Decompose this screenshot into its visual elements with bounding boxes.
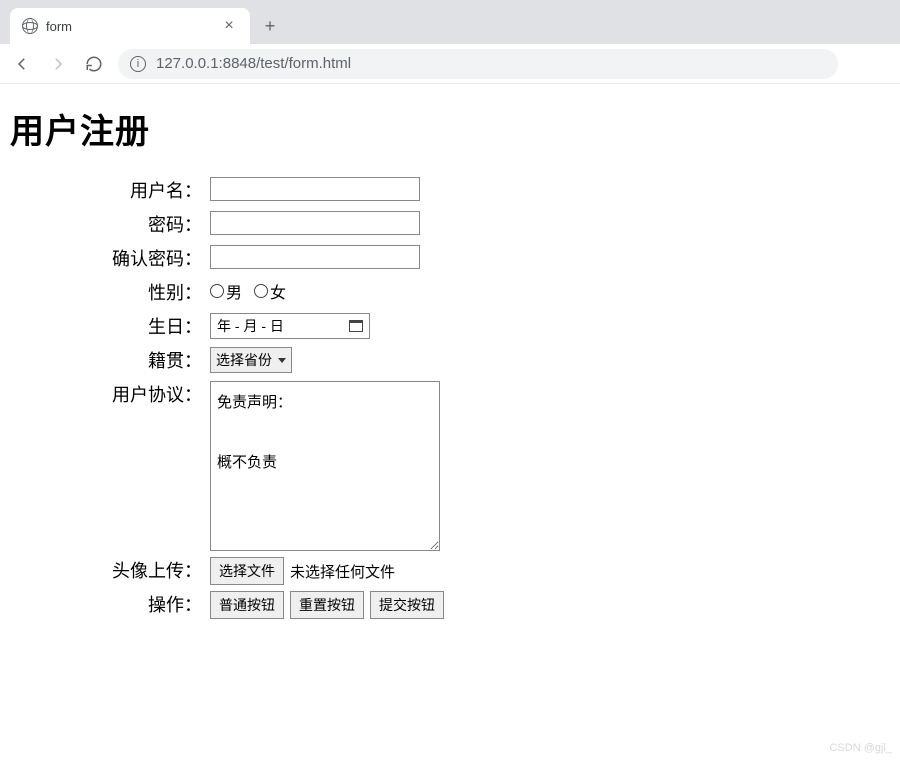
- new-tab-button[interactable]: +: [256, 12, 284, 40]
- reset-button[interactable]: 重置按钮: [290, 591, 364, 619]
- back-button[interactable]: [10, 52, 34, 76]
- address-bar[interactable]: i 127.0.0.1:8848/test/form.html: [118, 49, 838, 79]
- page-title: 用户注册: [10, 104, 890, 153]
- label-agreement: 用户协议：: [10, 381, 210, 409]
- label-actions: 操作：: [10, 591, 210, 619]
- label-username: 用户名：: [10, 177, 210, 205]
- date-placeholder: 年 - 月 - 日: [217, 316, 284, 336]
- reload-button[interactable]: [82, 52, 106, 76]
- tab-title: form: [46, 19, 212, 34]
- radio-male-label: 男: [226, 279, 242, 303]
- choose-file-button[interactable]: 选择文件: [210, 557, 284, 585]
- label-avatar: 头像上传：: [10, 557, 210, 585]
- close-icon[interactable]: ×: [220, 17, 238, 35]
- file-status: 未选择任何文件: [290, 561, 395, 582]
- label-confirm-password: 确认密码：: [10, 245, 210, 273]
- label-password: 密码：: [10, 211, 210, 239]
- page-content: 用户注册 用户名： 密码： 确认密码： 性别： 男 女 生日： 年 - 月 -: [0, 84, 900, 645]
- browser-toolbar: i 127.0.0.1:8848/test/form.html: [0, 44, 900, 84]
- radio-female-label: 女: [270, 279, 286, 303]
- forward-button[interactable]: [46, 52, 70, 76]
- chevron-down-icon: [278, 358, 286, 363]
- label-birthday: 生日：: [10, 313, 210, 341]
- confirm-password-input[interactable]: [210, 245, 420, 269]
- info-icon[interactable]: i: [130, 56, 146, 72]
- birthday-input[interactable]: 年 - 月 - 日: [210, 313, 370, 339]
- radio-icon: [254, 284, 268, 298]
- label-origin: 籍贯：: [10, 347, 210, 375]
- province-select-value: 选择省份: [216, 350, 272, 370]
- globe-icon: [22, 18, 38, 34]
- watermark: CSDN @gjl_: [829, 742, 892, 754]
- radio-male[interactable]: 男: [210, 279, 242, 303]
- label-gender: 性别：: [10, 279, 210, 307]
- url-text: 127.0.0.1:8848/test/form.html: [156, 55, 351, 72]
- radio-female[interactable]: 女: [254, 279, 286, 303]
- browser-tab-strip: form × +: [0, 0, 900, 44]
- province-select[interactable]: 选择省份: [210, 347, 292, 373]
- radio-icon: [210, 284, 224, 298]
- username-input[interactable]: [210, 177, 420, 201]
- password-input[interactable]: [210, 211, 420, 235]
- browser-tab[interactable]: form ×: [10, 8, 250, 44]
- agreement-textarea[interactable]: [210, 381, 440, 551]
- normal-button[interactable]: 普通按钮: [210, 591, 284, 619]
- submit-button[interactable]: 提交按钮: [370, 591, 444, 619]
- calendar-icon: [349, 320, 363, 332]
